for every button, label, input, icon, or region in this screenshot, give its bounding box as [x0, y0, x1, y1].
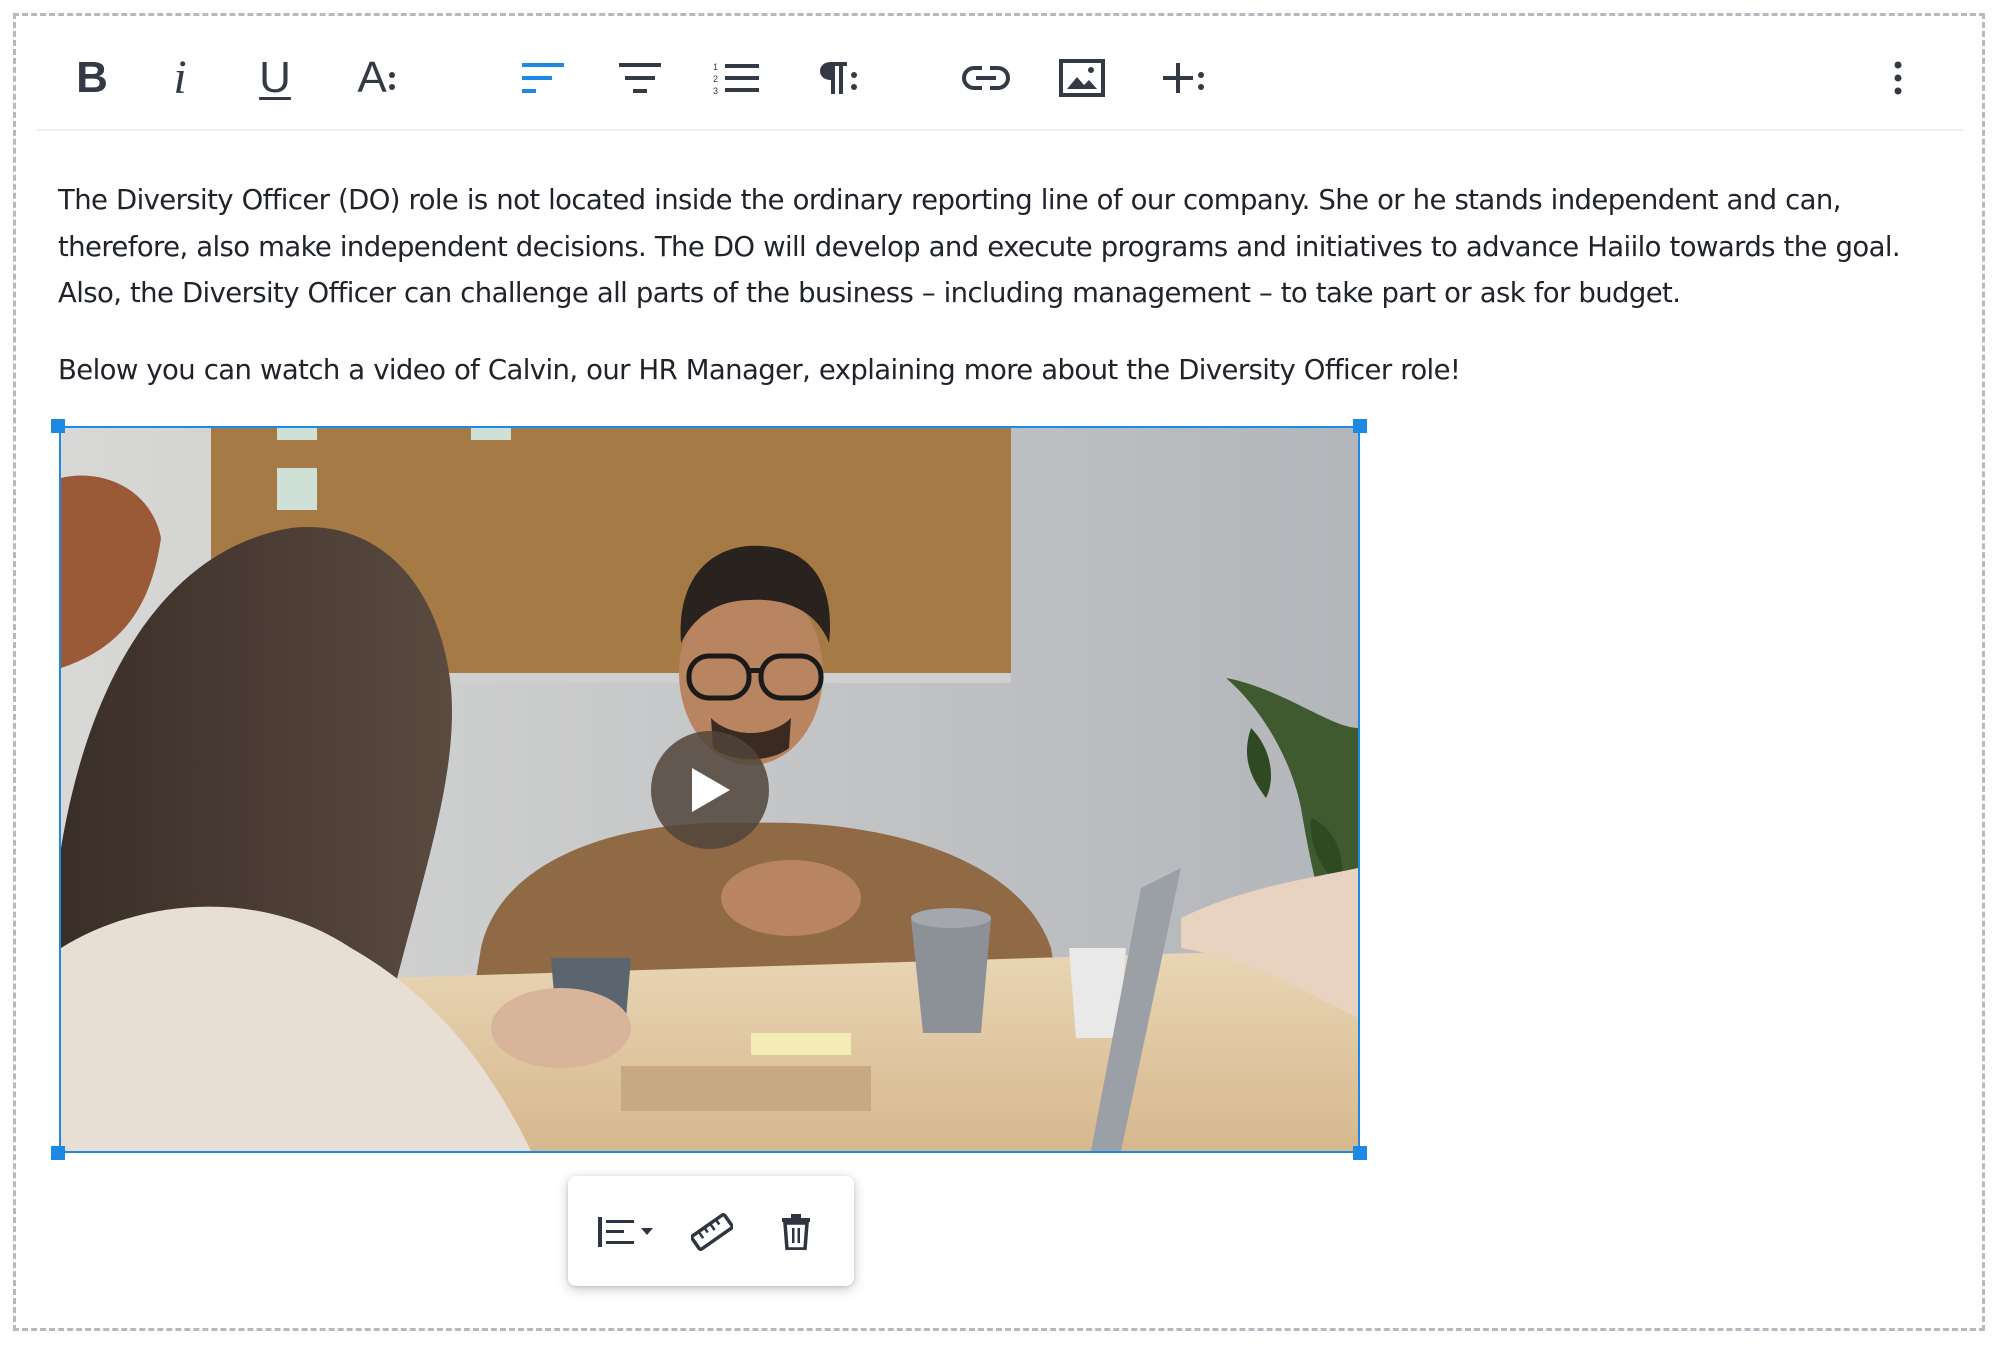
more-options-button[interactable]: [1868, 50, 1928, 106]
editor-page: B i U A 1 2 3 The Diversity Officer (DO)…: [0, 0, 2000, 1348]
align-center-icon: [619, 63, 661, 93]
bold-button[interactable]: B: [62, 50, 122, 106]
image-icon: [1059, 59, 1105, 97]
svg-text:1: 1: [713, 62, 718, 72]
video-align-button[interactable]: [590, 1204, 662, 1260]
paragraph-options-icon: [820, 62, 847, 94]
italic-button[interactable]: i: [150, 50, 210, 106]
font-options-button[interactable]: A: [342, 50, 412, 106]
link-icon: [962, 66, 1010, 90]
align-left-icon: [522, 63, 564, 93]
video-play-button[interactable]: [651, 731, 769, 849]
italic-icon: i: [173, 51, 187, 104]
editor-toolbar: B i U A 1 2 3: [36, 28, 1964, 131]
link-button[interactable]: [956, 50, 1016, 106]
align-center-button[interactable]: [610, 50, 670, 106]
align-dropdown-icon: [598, 1217, 653, 1247]
play-icon: [692, 768, 730, 812]
insert-more-button[interactable]: [1148, 50, 1218, 106]
insert-image-button[interactable]: [1052, 50, 1112, 106]
more-options-icon: [1894, 61, 1902, 95]
bold-icon: B: [76, 53, 108, 102]
insert-more-icon: [1163, 63, 1193, 93]
ordered-list-icon: 1 2 3: [713, 62, 759, 95]
ordered-list-button[interactable]: 1 2 3: [706, 50, 766, 106]
paragraph-2: Below you can watch a video of Calvin, o…: [58, 353, 1461, 386]
underline-button[interactable]: U: [245, 50, 305, 106]
svg-text:3: 3: [713, 86, 718, 95]
underline-icon: U: [259, 53, 291, 102]
video-size-button[interactable]: [682, 1204, 742, 1260]
options-dots-icon: [1198, 72, 1204, 90]
paragraph-options-button[interactable]: [804, 50, 874, 106]
editor-content[interactable]: The Diversity Officer (DO) role is not l…: [58, 177, 1938, 423]
options-dots-icon: [851, 72, 857, 90]
ruler-icon: [691, 1213, 733, 1251]
trash-icon: [782, 1214, 810, 1250]
align-left-button[interactable]: [514, 50, 574, 106]
resize-handle-bottom-left[interactable]: [51, 1146, 65, 1160]
font-options-icon: A: [357, 53, 387, 102]
options-dots-icon: [388, 72, 395, 90]
video-popup-toolbar: [568, 1176, 854, 1286]
resize-handle-top-right[interactable]: [1353, 419, 1367, 433]
video-delete-button[interactable]: [766, 1204, 826, 1260]
resize-handle-bottom-right[interactable]: [1353, 1146, 1367, 1160]
paragraph-1: The Diversity Officer (DO) role is not l…: [58, 184, 1901, 309]
svg-text:2: 2: [713, 74, 718, 84]
resize-handle-top-left[interactable]: [51, 419, 65, 433]
